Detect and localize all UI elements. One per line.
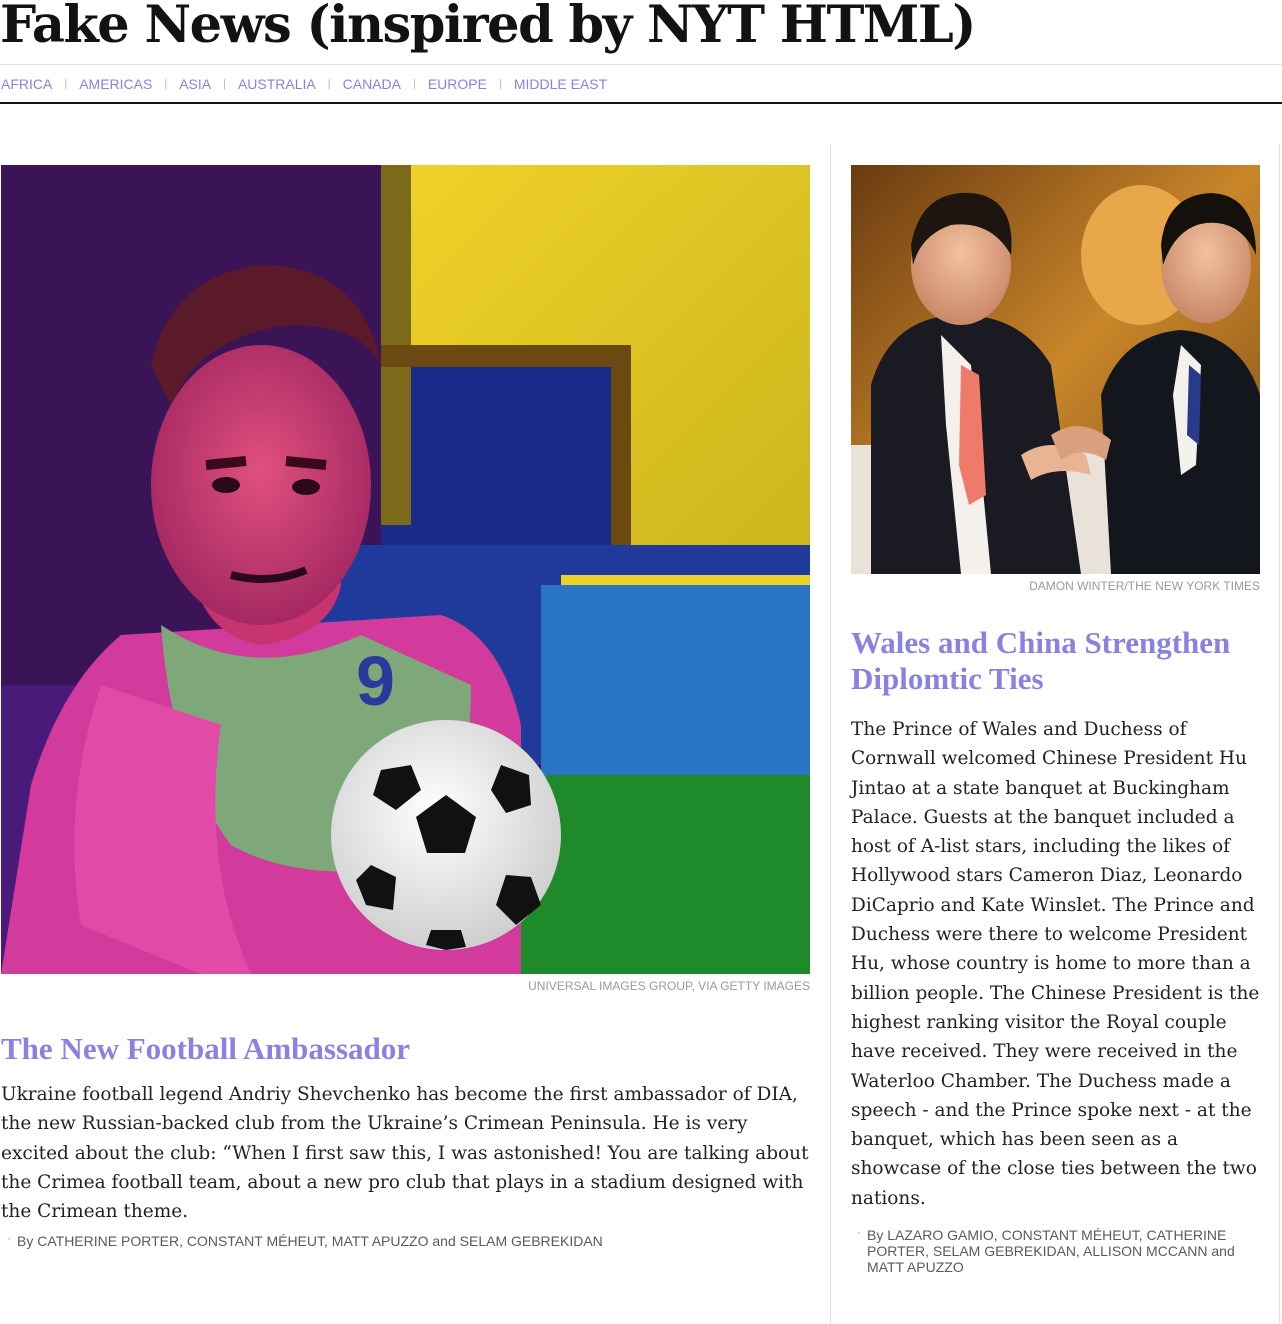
nav-item-australia[interactable]: Australia [238, 76, 316, 92]
story-byline: · By Lazaro Gamio, Constant Méheut, Cath… [851, 1225, 1260, 1276]
nav-item-europe[interactable]: Europe [428, 76, 487, 92]
bullet-icon: · [7, 1231, 11, 1246]
nav-item-label[interactable]: Africa [1, 76, 52, 92]
story-byline: · By Catherine Porter, Constant Méheut, … [1, 1231, 810, 1250]
nav-item-label[interactable]: Americas [79, 76, 152, 92]
nav-separator-glyph: | [223, 78, 226, 90]
nav-item-middle-east[interactable]: Middle East [514, 76, 607, 92]
diplomats-meeting-illustration [851, 165, 1260, 574]
site-title[interactable]: Fake News (inspired by NYT HTML) [0, 0, 976, 56]
column-divider [830, 144, 831, 1324]
photo-credit: Damon Winter/The New York Times [1029, 579, 1260, 593]
story-summary: The Prince of Wales and Duchess of Cornw… [851, 719, 1260, 1209]
nav-item-label[interactable]: Asia [179, 76, 211, 92]
byline-names: Lazaro Gamio, Constant Méheut, Catherine… [867, 1227, 1227, 1260]
section-nav: Africa | Americas | Asia | Australia | C… [0, 64, 1282, 104]
nav-item-label[interactable]: Middle East [514, 76, 607, 92]
story-summary: Ukraine football legend Andriy Shevchenk… [1, 1084, 809, 1223]
football-player-image[interactable]: 9 [1, 165, 810, 974]
nav-separator: | [487, 76, 514, 92]
bullet-icon: · [857, 1225, 861, 1240]
photo-credit: Universal Images Group, via Getty Images [528, 979, 810, 993]
nav-item-americas[interactable]: Americas [79, 76, 152, 92]
nav-separator: | [152, 76, 179, 92]
nav-separator: | [401, 76, 428, 92]
byline-last: Matt Apuzzo [867, 1259, 964, 1276]
nav-separator-glyph: | [327, 78, 331, 90]
nav-item-canada[interactable]: Canada [343, 76, 401, 92]
column-divider-right [1279, 144, 1280, 1324]
byline-last: Selam Gebrekidan [459, 1233, 603, 1250]
lead-story: 9 Universal Images Group, via Getty Imag… [1, 165, 810, 1249]
byline-prefix: By [17, 1233, 34, 1250]
nav-separator-glyph: | [64, 78, 68, 90]
nav-separator-glyph: | [164, 78, 168, 90]
nav-item-label[interactable]: Europe [428, 76, 487, 92]
diplomats-meeting-image[interactable] [851, 165, 1260, 574]
story-headline[interactable]: Wales and China Strengthen Diplomtic Tie… [851, 625, 1260, 697]
nav-separator: | [316, 76, 343, 92]
section-nav-list: Africa | Americas | Asia | Australia | C… [1, 76, 607, 92]
nav-separator: | [211, 76, 238, 92]
byline-names: Catherine Porter, Constant Méheut, Matt … [37, 1233, 429, 1250]
nav-separator: | [52, 76, 79, 92]
secondary-story: Damon Winter/The New York Times Wales an… [851, 165, 1260, 1275]
byline-and: and [1211, 1243, 1235, 1260]
nav-item-asia[interactable]: Asia [179, 76, 211, 92]
byline-and: and [432, 1233, 456, 1250]
byline-prefix: By [867, 1227, 884, 1244]
nav-item-label[interactable]: Canada [343, 76, 401, 92]
story-headline[interactable]: The New Football Ambassador [1, 1031, 810, 1067]
nav-item-africa[interactable]: Africa [1, 76, 52, 92]
nav-separator-glyph: | [412, 78, 416, 90]
masthead: Fake News (inspired by NYT HTML) [0, 0, 1282, 65]
nav-separator-glyph: | [498, 78, 502, 90]
nav-item-label[interactable]: Australia [238, 76, 316, 92]
svg-text:9: 9 [356, 642, 395, 720]
football-player-illustration: 9 [1, 165, 810, 974]
